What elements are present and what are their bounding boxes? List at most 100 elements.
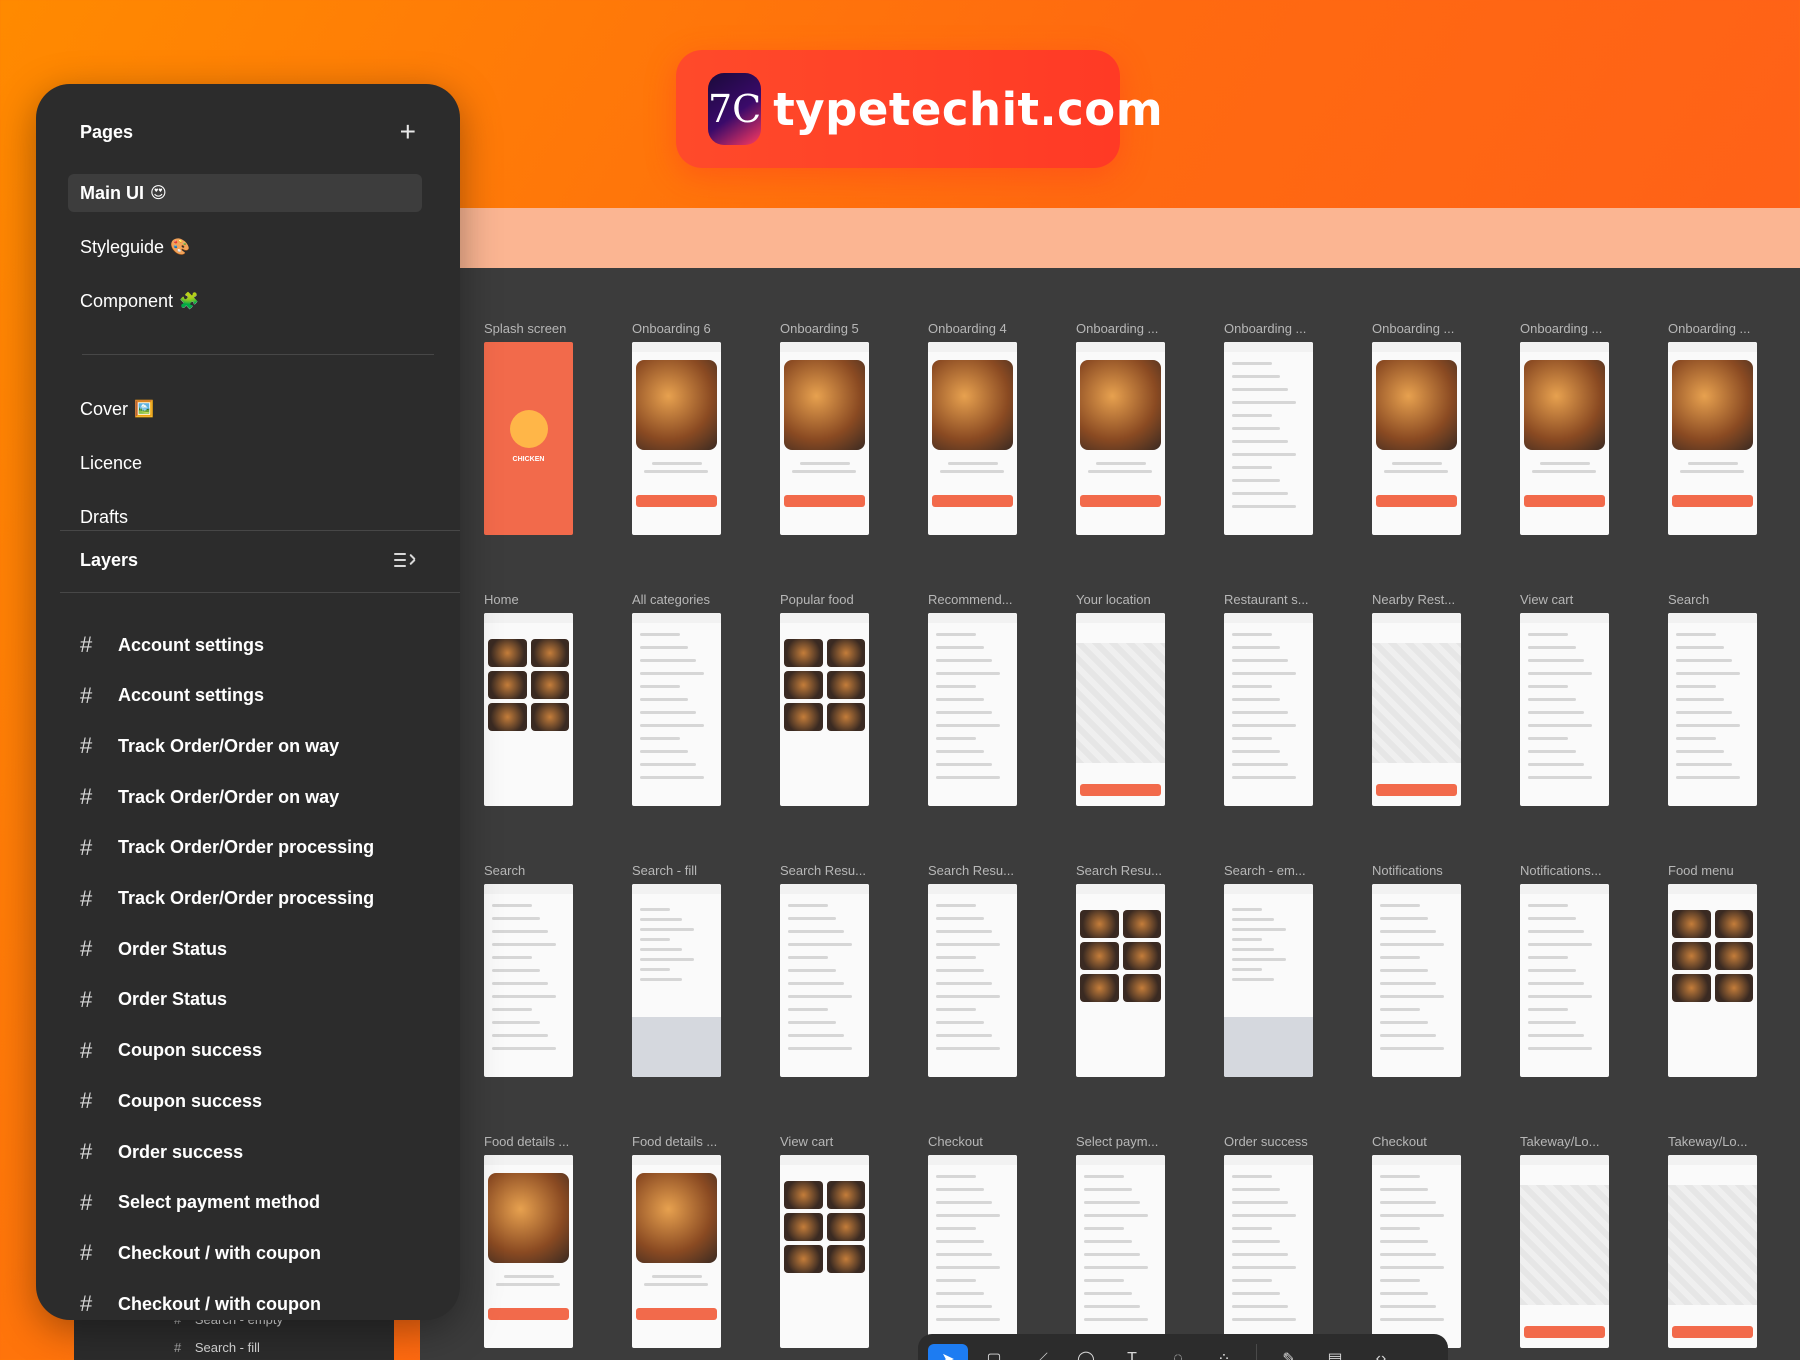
frame-label[interactable]: Your location bbox=[1076, 591, 1216, 609]
frame-tool-icon[interactable]: ▢ bbox=[974, 1344, 1014, 1360]
page-item-main-ui[interactable]: Main UI 😍 bbox=[68, 174, 422, 212]
frame-label[interactable]: Restaurant s... bbox=[1224, 591, 1364, 609]
canvas-frame[interactable]: Restaurant s... bbox=[1224, 591, 1372, 806]
frame-thumbnail[interactable] bbox=[632, 1155, 721, 1348]
canvas-frame[interactable]: Nearby Rest... bbox=[1372, 591, 1520, 806]
frame-label[interactable]: Checkout bbox=[928, 1133, 1068, 1151]
frame-label[interactable]: Popular food bbox=[780, 591, 920, 609]
frame-label[interactable]: View cart bbox=[1520, 591, 1660, 609]
frame-thumbnail[interactable] bbox=[1076, 1155, 1165, 1348]
layer-row[interactable]: # Order success bbox=[80, 1135, 243, 1169]
frame-thumbnail[interactable] bbox=[1224, 342, 1313, 535]
frame-thumbnail[interactable] bbox=[1224, 1155, 1313, 1348]
canvas-frame[interactable]: Onboarding ... bbox=[1372, 320, 1520, 535]
canvas-frame[interactable]: Order success bbox=[1224, 1133, 1372, 1348]
frame-thumbnail[interactable] bbox=[928, 884, 1017, 1077]
canvas-frame[interactable]: Search bbox=[484, 862, 632, 1077]
frame-thumbnail[interactable] bbox=[1224, 884, 1313, 1077]
canvas-frame[interactable]: Food details ... bbox=[632, 1133, 780, 1348]
frame-thumbnail[interactable] bbox=[1372, 342, 1461, 535]
frame-thumbnail[interactable]: CHICKEN bbox=[484, 342, 573, 535]
canvas-frame[interactable]: Checkout bbox=[1372, 1133, 1520, 1348]
frame-thumbnail[interactable] bbox=[1668, 613, 1757, 806]
frame-thumbnail[interactable] bbox=[1224, 613, 1313, 806]
canvas-frame[interactable]: Notifications bbox=[1372, 862, 1520, 1077]
layer-row[interactable]: # Coupon success bbox=[80, 1034, 262, 1068]
frame-label[interactable]: Nearby Rest... bbox=[1372, 591, 1512, 609]
frame-label[interactable]: All categories bbox=[632, 591, 772, 609]
frame-label[interactable]: Select paym... bbox=[1076, 1133, 1216, 1151]
frame-label[interactable]: Splash screen bbox=[484, 320, 624, 338]
frame-thumbnail[interactable] bbox=[928, 613, 1017, 806]
shape-tool-icon[interactable]: ◯ bbox=[1066, 1344, 1106, 1360]
frame-thumbnail[interactable] bbox=[1076, 884, 1165, 1077]
page-item-component[interactable]: Component 🧩 bbox=[68, 282, 422, 320]
layer-row[interactable]: # Coupon success bbox=[80, 1084, 262, 1118]
canvas-frame[interactable]: Onboarding 5 bbox=[780, 320, 928, 535]
frame-label[interactable]: View cart bbox=[780, 1133, 920, 1151]
frame-thumbnail[interactable] bbox=[1372, 613, 1461, 806]
draw-tool-icon[interactable]: ✎ bbox=[1269, 1344, 1309, 1360]
frame-thumbnail[interactable] bbox=[1076, 613, 1165, 806]
add-page-plus-icon[interactable]: + bbox=[400, 118, 416, 146]
page-item-styleguide[interactable]: Styleguide 🎨 bbox=[68, 228, 422, 266]
layer-row[interactable]: # Order Status bbox=[80, 932, 227, 966]
frame-label[interactable]: Notifications... bbox=[1520, 862, 1660, 880]
devmode-tool-icon[interactable]: ▤ bbox=[1315, 1344, 1355, 1360]
frame-thumbnail[interactable] bbox=[1076, 342, 1165, 535]
canvas-frame[interactable]: Home bbox=[484, 591, 632, 806]
frame-label[interactable]: Onboarding ... bbox=[1076, 320, 1216, 338]
canvas-frame[interactable]: Onboarding 4 bbox=[928, 320, 1076, 535]
layer-row[interactable]: # Checkout / with coupon bbox=[80, 1236, 321, 1270]
layer-row[interactable]: # Checkout / with coupon bbox=[80, 1287, 321, 1320]
canvas-frame[interactable]: Splash screen CHICKEN bbox=[484, 320, 632, 535]
frame-label[interactable]: Order success bbox=[1224, 1133, 1364, 1151]
frame-thumbnail[interactable] bbox=[928, 1155, 1017, 1348]
frame-label[interactable]: Search Resu... bbox=[928, 862, 1068, 880]
layer-row[interactable]: # Track Order/Order processing bbox=[80, 831, 374, 865]
text-tool-icon[interactable]: T bbox=[1112, 1344, 1152, 1360]
frame-label[interactable]: Food details ... bbox=[632, 1133, 772, 1151]
canvas-frame[interactable]: Onboarding ... bbox=[1520, 320, 1668, 535]
frame-thumbnail[interactable] bbox=[632, 613, 721, 806]
frame-thumbnail[interactable] bbox=[1372, 1155, 1461, 1348]
frame-thumbnail[interactable] bbox=[780, 884, 869, 1077]
frame-label[interactable]: Onboarding ... bbox=[1372, 320, 1512, 338]
frame-thumbnail[interactable] bbox=[1668, 1155, 1757, 1348]
frame-label[interactable]: Search Resu... bbox=[780, 862, 920, 880]
frame-thumbnail[interactable] bbox=[928, 342, 1017, 535]
frame-label[interactable]: Takeway/Lo... bbox=[1668, 1133, 1800, 1151]
frame-thumbnail[interactable] bbox=[1520, 342, 1609, 535]
frame-thumbnail[interactable] bbox=[484, 613, 573, 806]
collapse-layers-icon[interactable] bbox=[394, 551, 416, 569]
layer-row[interactable]: # Order Status bbox=[80, 983, 227, 1017]
canvas-frame[interactable]: Recommend... bbox=[928, 591, 1076, 806]
frame-label[interactable]: Search bbox=[484, 862, 624, 880]
layer-row[interactable]: # Track Order/Order processing bbox=[80, 882, 374, 916]
frame-label[interactable]: Home bbox=[484, 591, 624, 609]
frame-label[interactable]: Takeway/Lo... bbox=[1520, 1133, 1660, 1151]
frame-thumbnail[interactable] bbox=[1668, 884, 1757, 1077]
frame-label[interactable]: Recommend... bbox=[928, 591, 1068, 609]
canvas-frame[interactable]: View cart bbox=[1520, 591, 1668, 806]
frame-label[interactable]: Onboarding 4 bbox=[928, 320, 1068, 338]
canvas-frame[interactable]: Takeway/Lo... bbox=[1668, 1133, 1800, 1348]
canvas-frame[interactable]: Search bbox=[1668, 591, 1800, 806]
page-item-cover[interactable]: Cover 🖼️ bbox=[68, 390, 422, 428]
canvas-frame[interactable]: Select paym... bbox=[1076, 1133, 1224, 1348]
frame-label[interactable]: Notifications bbox=[1372, 862, 1512, 880]
canvas-frame[interactable]: Takeway/Lo... bbox=[1520, 1133, 1668, 1348]
design-canvas[interactable]: Splash screen CHICKEN Onboarding 6 Onboardi… bbox=[420, 268, 1800, 1360]
canvas-frame[interactable]: Food details ... bbox=[484, 1133, 632, 1348]
layer-row-search-fill[interactable]: # Search - fill bbox=[174, 1340, 260, 1355]
frame-thumbnail[interactable] bbox=[1520, 884, 1609, 1077]
frame-thumbnail[interactable] bbox=[1372, 884, 1461, 1077]
frame-label[interactable]: Search - em... bbox=[1224, 862, 1364, 880]
comment-tool-icon[interactable]: ◌ bbox=[1158, 1344, 1198, 1360]
canvas-frame[interactable]: Search - em... bbox=[1224, 862, 1372, 1077]
frame-thumbnail[interactable] bbox=[780, 1155, 869, 1348]
frame-thumbnail[interactable] bbox=[632, 342, 721, 535]
frame-label[interactable]: Onboarding 6 bbox=[632, 320, 772, 338]
frame-label[interactable]: Food menu bbox=[1668, 862, 1800, 880]
canvas-frame[interactable]: Popular food bbox=[780, 591, 928, 806]
